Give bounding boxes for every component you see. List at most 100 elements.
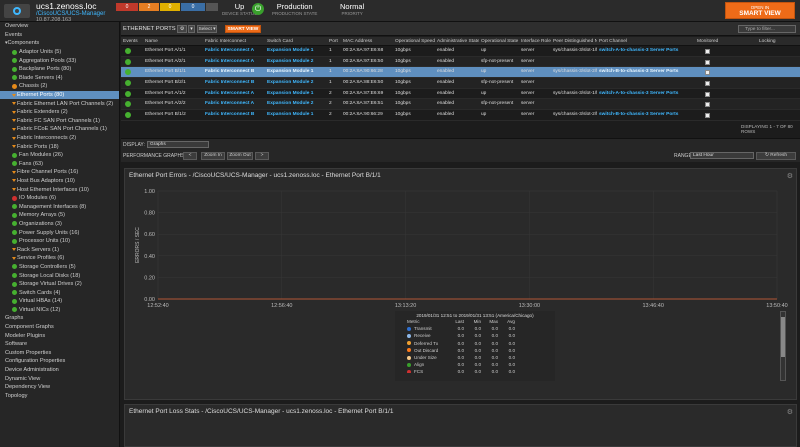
event-info-badge[interactable]: 0: [181, 3, 205, 11]
cell-sc[interactable]: Expansion Module 2: [265, 99, 327, 109]
cell-fi[interactable]: Fabric Interconnect A: [203, 99, 265, 109]
sidebar-item[interactable]: Fabric FC SAN Port Channels (1): [0, 117, 119, 126]
sidebar-item[interactable]: Power Supply Units (16): [0, 228, 119, 237]
sidebar-item[interactable]: Fabric Extenders (2): [0, 108, 119, 117]
table-row[interactable]: Ethernet Port A/2/1 Fabric Interconnect A…: [121, 56, 800, 68]
event-warning-badge[interactable]: 0: [160, 3, 180, 11]
column-header[interactable]: Peer Distinguished Name: [551, 37, 597, 45]
column-header[interactable]: Fabric Interconnect: [203, 37, 265, 45]
column-header[interactable]: Operational Speed: [393, 37, 435, 45]
monitored-checkbox[interactable]: [705, 70, 710, 76]
sidebar-item[interactable]: Blade Servers (4): [0, 74, 119, 83]
sidebar-item[interactable]: Graphs: [0, 314, 119, 323]
monitored-checkbox[interactable]: [705, 59, 710, 65]
event-rainbow[interactable]: 0 2 0 0: [116, 3, 218, 11]
monitored-checkbox[interactable]: [705, 81, 710, 87]
cell-pc[interactable]: switch-A-to-chassis-3 Server Ports: [597, 46, 695, 56]
sidebar-item[interactable]: Host Bus Adaptors (10): [0, 177, 119, 186]
monitored-checkbox[interactable]: [705, 102, 710, 108]
cell-sc[interactable]: Expansion Module 1: [265, 89, 327, 99]
cell-pc[interactable]: [597, 99, 695, 109]
column-header[interactable]: Port: [327, 37, 341, 45]
prev-button[interactable]: <: [183, 152, 197, 160]
column-header[interactable]: Monitored: [695, 37, 757, 45]
sidebar-item[interactable]: ▾ Components: [0, 39, 119, 48]
sidebar-item[interactable]: Fabric Ethernet LAN Port Channels (2): [0, 99, 119, 108]
sidebar-item[interactable]: Modeler Plugins: [0, 331, 119, 340]
sidebar-item[interactable]: Storage Local Disks (18): [0, 271, 119, 280]
sidebar-item[interactable]: Overview: [0, 22, 119, 31]
cell-sc[interactable]: Expansion Module 1: [265, 67, 327, 77]
open-in-smart-view-button[interactable]: OPEN IN SMART VIEW: [725, 2, 795, 19]
event-critical-badge[interactable]: 0: [116, 3, 138, 11]
column-header[interactable]: Name: [143, 37, 203, 45]
column-header[interactable]: Operational State: [479, 37, 519, 45]
table-row[interactable]: Ethernet Port A/1/1 Fabric Interconnect A…: [121, 46, 800, 57]
table-row[interactable]: Ethernet Port B/1/1 Fabric Interconnect B…: [121, 67, 800, 79]
table-row[interactable]: Ethernet Port A/1/2 Fabric Interconnect A…: [121, 89, 800, 100]
zoom-out-button[interactable]: Zoom Out: [227, 152, 253, 160]
event-error-badge[interactable]: 2: [139, 3, 159, 11]
sidebar-item[interactable]: Fabric Ports (18): [0, 142, 119, 151]
sidebar-item[interactable]: Software: [0, 340, 119, 349]
table-row[interactable]: Ethernet Port A/2/2 Fabric Interconnect A…: [121, 99, 800, 111]
legend-scrollbar[interactable]: [780, 311, 786, 381]
column-header[interactable]: Port Channel: [597, 37, 695, 45]
cell-sc[interactable]: Expansion Module 2: [265, 57, 327, 67]
cell-fi[interactable]: Fabric Interconnect A: [203, 46, 265, 56]
sidebar-item[interactable]: Switch Cards (4): [0, 288, 119, 297]
cell-sc[interactable]: Expansion Module 2: [265, 78, 327, 88]
zenoss-logo[interactable]: [4, 4, 30, 18]
cell-fi[interactable]: Fabric Interconnect B: [203, 110, 265, 120]
cell-sc[interactable]: Expansion Module 1: [265, 46, 327, 56]
column-header[interactable]: Events: [121, 37, 143, 45]
event-debug-badge[interactable]: [206, 3, 218, 11]
cell-fi[interactable]: Fabric Interconnect A: [203, 57, 265, 67]
gear-icon[interactable]: ⚙: [787, 408, 793, 416]
sidebar-item[interactable]: Events: [0, 31, 119, 40]
sidebar-item[interactable]: Host Ethernet Interfaces (10): [0, 185, 119, 194]
sidebar-item[interactable]: Fans (63): [0, 160, 119, 169]
table-row[interactable]: Ethernet Port B/2/1 Fabric Interconnect B…: [121, 78, 800, 89]
sidebar-item[interactable]: Memory Arrays (5): [0, 211, 119, 220]
legend-row[interactable]: Deferred Tx 0.0 0.0 0.0 0.0: [395, 340, 555, 347]
cell-pc[interactable]: [597, 78, 695, 88]
display-select[interactable]: Graphs: [147, 141, 209, 148]
cell-fi[interactable]: Fabric Interconnect A: [203, 89, 265, 99]
sidebar-item[interactable]: Management Interfaces (8): [0, 202, 119, 211]
sidebar-item[interactable]: Fabric FCoE SAN Port Channels (1): [0, 125, 119, 134]
sidebar-item[interactable]: Virtual HBAs (14): [0, 297, 119, 306]
zoom-in-button[interactable]: Zoom In: [201, 152, 225, 160]
cell-pc[interactable]: [597, 57, 695, 67]
sidebar-item[interactable]: Chassis (2): [0, 82, 119, 91]
sidebar-item[interactable]: IO Modules (6): [0, 194, 119, 203]
next-button[interactable]: >: [255, 152, 269, 160]
table-row[interactable]: Ethernet Port B/1/2 Fabric Interconnect B…: [121, 110, 800, 121]
sidebar-item[interactable]: Device Administration: [0, 366, 119, 375]
legend-row[interactable]: Receive 0.0 0.0 0.0 0.0: [395, 332, 555, 339]
sidebar-item[interactable]: Virtual NICs (12): [0, 306, 119, 315]
sidebar-item[interactable]: Topology: [0, 392, 119, 401]
legend-row[interactable]: Transmit 0.0 0.0 0.0 0.0: [395, 325, 555, 332]
legend-scrollbar-thumb[interactable]: [781, 317, 785, 357]
sidebar-item[interactable]: Service Profiles (6): [0, 254, 119, 263]
sidebar-item[interactable]: Custom Properties: [0, 349, 119, 358]
sidebar-item[interactable]: Processor Units (10): [0, 237, 119, 246]
smart-view-button[interactable]: SMART VIEW: [225, 25, 261, 33]
legend-row[interactable]: Align 0.0 0.0 0.0 0.0: [395, 361, 555, 368]
cell-pc[interactable]: switch-A-to-chassis-3 Server Ports: [597, 89, 695, 99]
range-select[interactable]: Last Hour: [690, 152, 754, 159]
refresh-button[interactable]: ↻ Refresh: [756, 152, 796, 160]
legend-row[interactable]: Under Size 0.0 0.0 0.0 0.0: [395, 354, 555, 361]
sidebar-item[interactable]: Adaptor Units (5): [0, 48, 119, 57]
legend-row[interactable]: FCS 0.0 0.0 0.0 0.0: [395, 368, 555, 374]
sidebar-item[interactable]: Ethernet Ports (80): [0, 90, 119, 100]
gear-icon[interactable]: ⚙: [177, 25, 187, 33]
cell-fi[interactable]: Fabric Interconnect B: [203, 67, 265, 77]
select-menu-button[interactable]: Select ▾: [197, 25, 217, 33]
sidebar-item[interactable]: Storage Virtual Drives (2): [0, 280, 119, 289]
filter-input[interactable]: Type to filter...: [738, 25, 796, 33]
column-header[interactable]: Administrative State: [435, 37, 479, 45]
sidebar-item[interactable]: Rack Servers (1): [0, 245, 119, 254]
sidebar-item[interactable]: Dynamic View: [0, 374, 119, 383]
